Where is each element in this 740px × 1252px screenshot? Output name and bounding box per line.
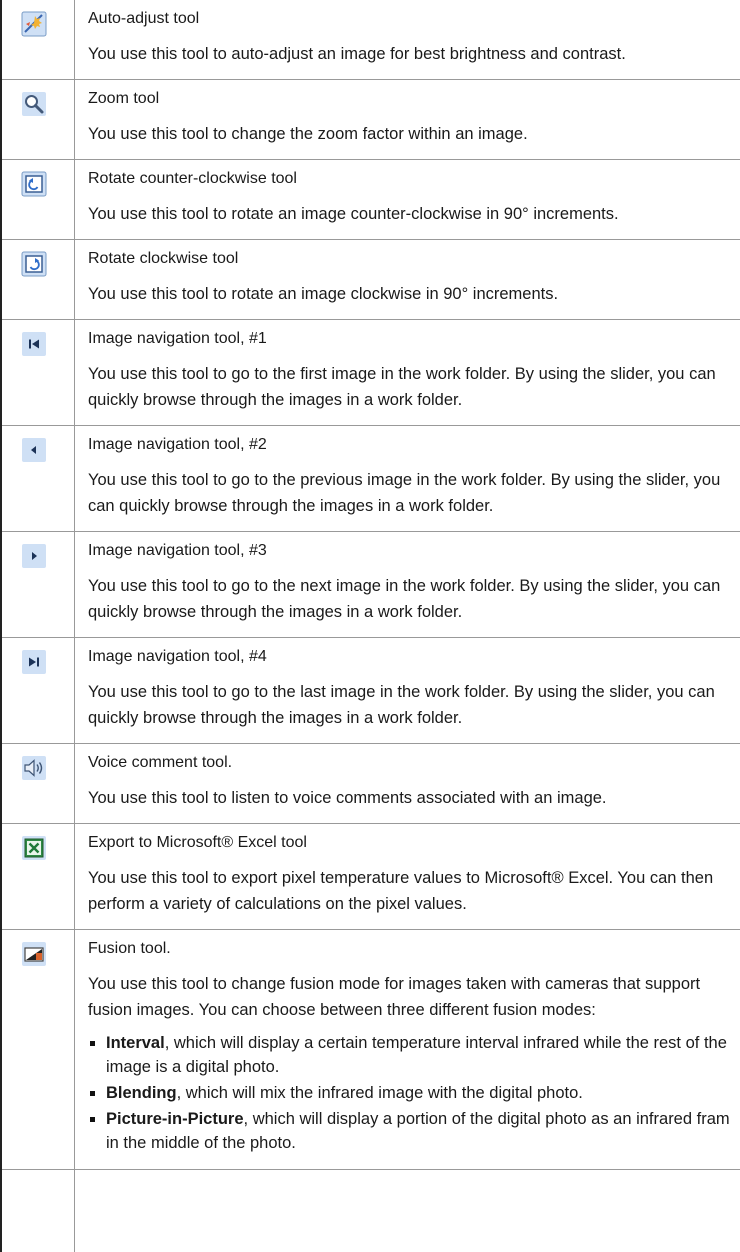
excel-icon — [21, 835, 47, 861]
mode-description: , which will display a certain temperatu… — [106, 1034, 727, 1076]
mode-name: Interval — [106, 1034, 165, 1052]
tool-title: Rotate clockwise tool — [88, 250, 239, 267]
speaker-icon — [21, 755, 47, 781]
tool-description: You use this tool to change the zoom fac… — [88, 125, 528, 143]
tool-title: Image navigation tool, #3 — [88, 542, 267, 559]
tool-description: You use this tool to rotate an image cou… — [88, 205, 619, 223]
tool-description: You use this tool to auto-adjust an imag… — [88, 45, 626, 63]
tool-description: You use this tool to go to the last imag… — [88, 683, 715, 727]
list-item: Interval, which will display a certain t… — [88, 1031, 730, 1079]
table-row: Rotate counter-clockwise tool You use th… — [2, 159, 740, 240]
tool-description: You use this tool to listen to voice com… — [88, 789, 607, 807]
document-page: Auto-adjust tool You use this tool to au… — [0, 0, 740, 1252]
magnifier-icon — [21, 91, 47, 117]
tool-title: Image navigation tool, #4 — [88, 648, 267, 665]
table-row: Auto-adjust tool You use this tool to au… — [2, 0, 740, 80]
tool-description: You use this tool to go to the first ima… — [88, 365, 716, 409]
table-row: Rotate clockwise tool You use this tool … — [2, 239, 740, 320]
rotate-ccw-icon — [21, 171, 47, 197]
tool-title: Fusion tool. — [88, 940, 171, 957]
last-image-icon — [21, 649, 47, 675]
list-item: Blending, which will mix the infrared im… — [88, 1081, 730, 1105]
tool-table: Auto-adjust tool You use this tool to au… — [2, 0, 740, 1170]
tool-description: You use this tool to change fusion mode … — [88, 975, 701, 1019]
list-item: Picture-in-Picture, which will display a… — [88, 1107, 730, 1155]
next-image-icon — [21, 543, 47, 569]
tool-description: You use this tool to go to the previous … — [88, 471, 721, 515]
tool-title: Image navigation tool, #1 — [88, 330, 267, 347]
rotate-cw-icon — [21, 251, 47, 277]
tool-title: Export to Microsoft® Excel tool — [88, 834, 307, 851]
table-row: Image navigation tool, #3 You use this t… — [2, 531, 740, 638]
mode-description: , which will mix the infrared image with… — [176, 1084, 583, 1102]
table-row: Zoom tool You use this tool to change th… — [2, 79, 740, 160]
table-row: Image navigation tool, #1 You use this t… — [2, 319, 740, 426]
mode-name: Blending — [106, 1084, 177, 1102]
tool-title: Auto-adjust tool — [88, 10, 200, 27]
mode-name: Picture-in-Picture — [106, 1110, 244, 1128]
previous-image-icon — [21, 437, 47, 463]
tool-description: You use this tool to go to the next imag… — [88, 577, 721, 621]
first-image-icon — [21, 331, 47, 357]
tool-title: Voice comment tool. — [88, 754, 233, 771]
tool-description: You use this tool to export pixel temper… — [88, 869, 714, 913]
auto-adjust-icon — [21, 11, 47, 37]
tool-title: Rotate counter-clockwise tool — [88, 170, 297, 187]
table-row: Export to Microsoft® Excel tool You use … — [2, 823, 740, 930]
tool-title: Image navigation tool, #2 — [88, 436, 267, 453]
table-row: Fusion tool. You use this tool to change… — [2, 929, 740, 1170]
table-row: Voice comment tool. You use this tool to… — [2, 743, 740, 824]
fusion-mode-list: Interval, which will display a certain t… — [88, 1031, 730, 1155]
table-row: Image navigation tool, #2 You use this t… — [2, 425, 740, 532]
tool-title: Zoom tool — [88, 90, 160, 107]
table-row: Image navigation tool, #4 You use this t… — [2, 637, 740, 744]
fusion-icon — [21, 941, 47, 967]
tool-description: You use this tool to rotate an image clo… — [88, 285, 559, 303]
